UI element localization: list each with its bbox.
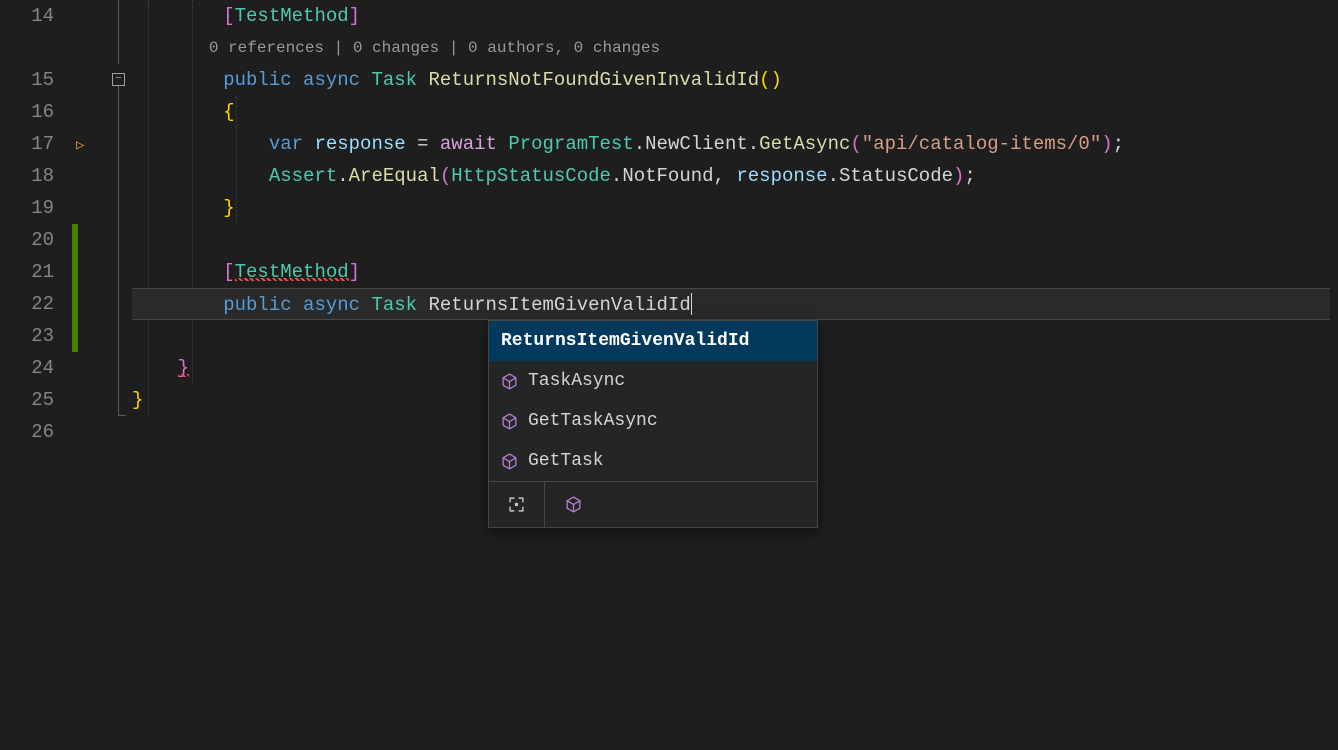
intellisense-label: GetTaskAsync xyxy=(528,411,658,431)
outline-guide xyxy=(118,0,119,64)
outline-guide xyxy=(118,86,119,416)
line-number: 26 xyxy=(0,416,54,448)
expand-icon xyxy=(508,496,525,513)
code-line[interactable]: { xyxy=(132,96,1338,128)
line-number: 15 xyxy=(0,64,54,96)
intellisense-expand-button[interactable] xyxy=(489,482,545,527)
change-indicator xyxy=(72,224,78,352)
intellisense-label: TaskAsync xyxy=(528,371,625,391)
codelens-info[interactable]: 0 references | 0 changes | 0 authors, 0 … xyxy=(132,32,1338,64)
method-name: ReturnsNotFoundGivenInvalidId xyxy=(428,69,759,91)
method-icon xyxy=(501,453,518,470)
text-caret xyxy=(691,293,692,315)
intellisense-item[interactable]: GetTask xyxy=(489,441,817,481)
intellisense-popup[interactable]: ReturnsItemGivenValidId TaskAsync GetTas… xyxy=(488,320,818,528)
code-line[interactable] xyxy=(132,224,1338,256)
line-number-gutter: 14 15 16 17 18 19 20 21 22 23 24 25 26 xyxy=(0,0,72,750)
codelens-text[interactable]: 0 references | 0 changes | 0 authors, 0 … xyxy=(209,39,660,57)
line-number: 22 xyxy=(0,288,54,320)
attribute-name: TestMethod xyxy=(235,261,349,283)
line-number: 21 xyxy=(0,256,54,288)
line-number: 16 xyxy=(0,96,54,128)
line-number: 25 xyxy=(0,384,54,416)
code-content[interactable]: [TestMethod] 0 references | 0 changes | … xyxy=(132,0,1338,750)
code-line[interactable]: var response = await ProgramTest.NewClie… xyxy=(132,128,1338,160)
fold-column[interactable]: − xyxy=(110,0,132,750)
intellisense-item[interactable]: TaskAsync xyxy=(489,361,817,401)
line-number: 17 xyxy=(0,128,54,160)
attribute-name: TestMethod xyxy=(235,5,349,27)
code-line[interactable]: [TestMethod] xyxy=(132,0,1338,32)
code-line[interactable]: public async Task ReturnsNotFoundGivenIn… xyxy=(132,64,1338,96)
intellisense-label: GetTask xyxy=(528,451,604,471)
intellisense-item[interactable]: GetTaskAsync xyxy=(489,401,817,441)
code-line[interactable]: } xyxy=(132,192,1338,224)
method-icon xyxy=(501,413,518,430)
line-number: 23 xyxy=(0,320,54,352)
method-icon xyxy=(501,373,518,390)
intellisense-label: ReturnsItemGivenValidId xyxy=(501,331,749,351)
line-number: 19 xyxy=(0,192,54,224)
code-editor[interactable]: 14 15 16 17 18 19 20 21 22 23 24 25 26 ▷… xyxy=(0,0,1338,750)
code-line[interactable]: [TestMethod] xyxy=(132,256,1338,288)
code-line[interactable]: Assert.AreEqual(HttpStatusCode.NotFound,… xyxy=(132,160,1338,192)
intellisense-item-selected[interactable]: ReturnsItemGivenValidId xyxy=(489,321,817,361)
line-number: 24 xyxy=(0,352,54,384)
method-name-typing: ReturnsItemGivenValidId xyxy=(428,294,690,316)
line-number: 14 xyxy=(0,0,54,32)
intellisense-footer xyxy=(489,481,817,527)
intellisense-filter-button[interactable] xyxy=(545,482,601,527)
glyph-margin[interactable]: ▷ xyxy=(72,0,110,750)
outline-guide xyxy=(118,415,126,416)
code-line-current[interactable]: public async Task ReturnsItemGivenValidI… xyxy=(132,288,1330,320)
line-number: 18 xyxy=(0,160,54,192)
line-number: 20 xyxy=(0,224,54,256)
execution-pointer-icon: ▷ xyxy=(76,137,84,154)
method-icon xyxy=(565,496,582,513)
fold-toggle-icon[interactable]: − xyxy=(112,73,125,86)
